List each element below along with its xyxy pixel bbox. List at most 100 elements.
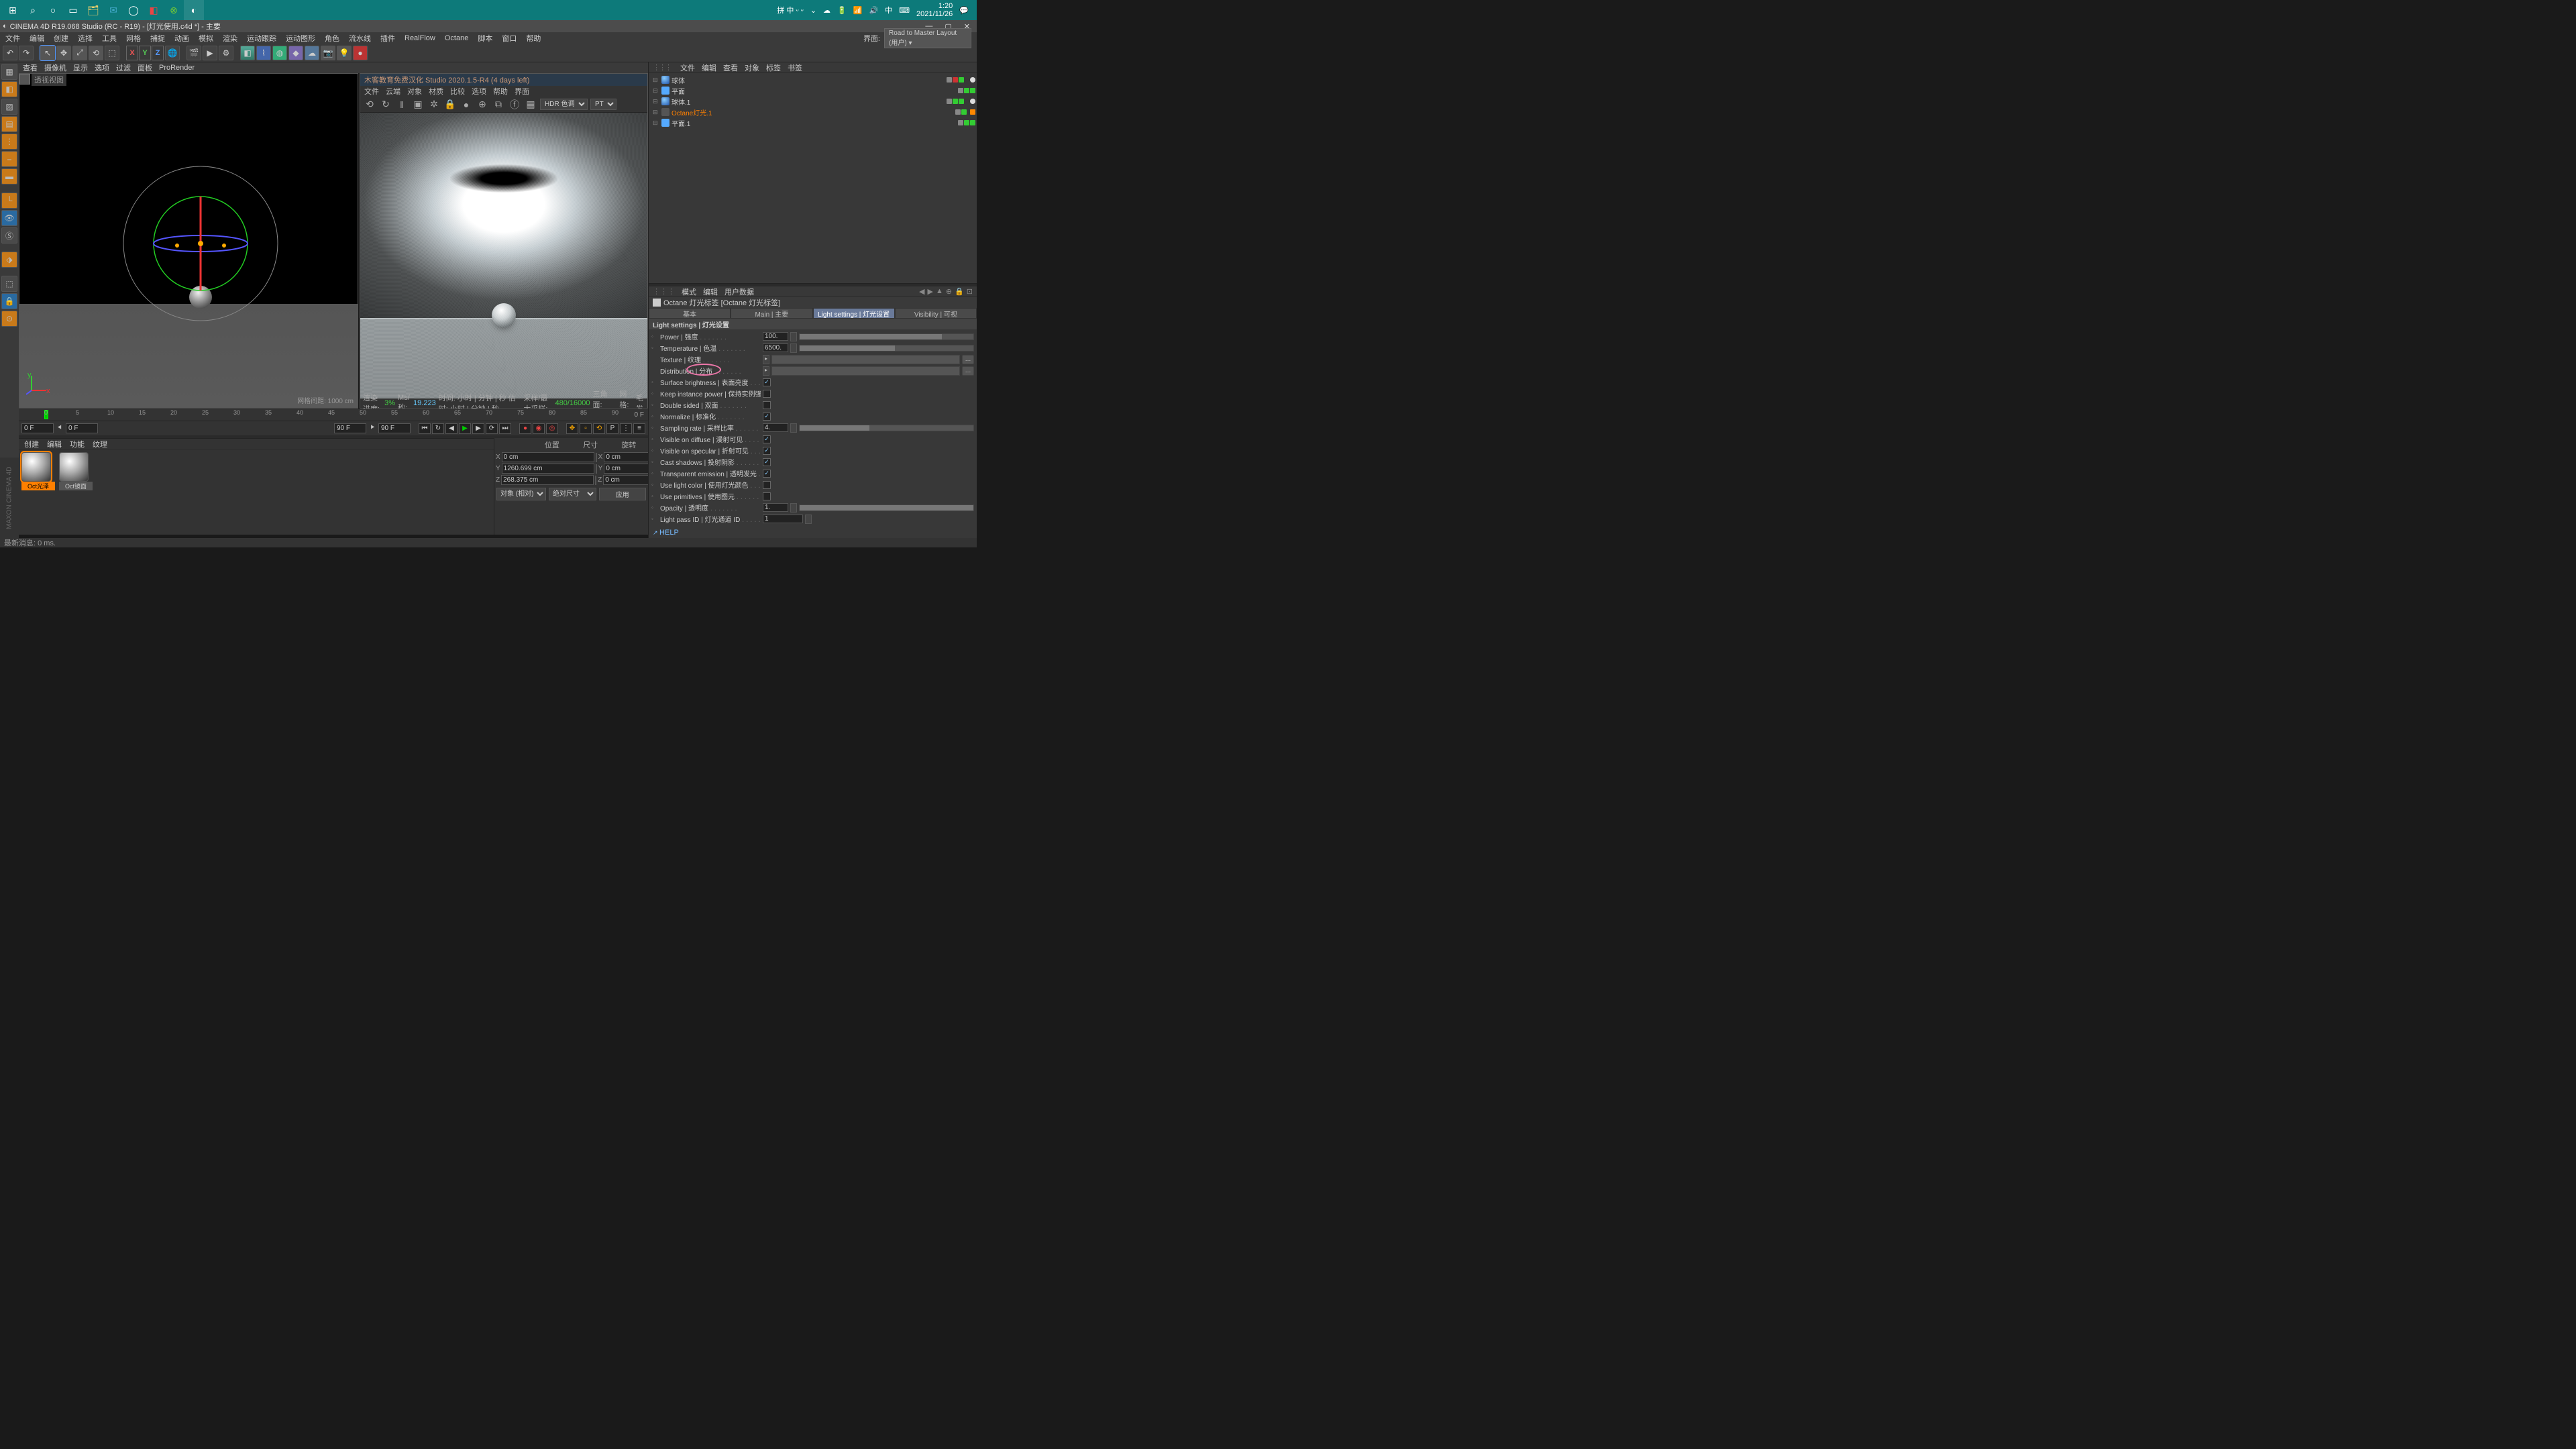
- tray-chevron-icon[interactable]: ⌄: [810, 6, 816, 15]
- menu-item[interactable]: 工具: [102, 33, 117, 44]
- spinner[interactable]: [805, 515, 812, 524]
- tray-volume-icon[interactable]: 🔊: [869, 6, 878, 15]
- play-button[interactable]: ▶: [459, 423, 471, 434]
- obj-menu-item[interactable]: 文件: [680, 64, 695, 72]
- menu-item[interactable]: 模拟: [199, 33, 213, 44]
- vp-menu-item[interactable]: 查看: [23, 62, 38, 73]
- oc-kernel-select[interactable]: PT: [590, 99, 616, 110]
- locked-workplane[interactable]: ⬗: [1, 252, 17, 268]
- tray-cloud-icon[interactable]: ☁: [823, 6, 830, 15]
- tex-arrow[interactable]: ▸: [763, 366, 769, 376]
- add-octane[interactable]: ●: [353, 46, 368, 60]
- autokey-button[interactable]: ◉: [533, 423, 545, 434]
- octane-menu-item[interactable]: 对象: [407, 86, 422, 97]
- oc-channel-icon[interactable]: ▦: [524, 98, 537, 111]
- spinner[interactable]: [790, 503, 797, 513]
- add-cube[interactable]: ◧: [240, 46, 255, 60]
- tray-battery-icon[interactable]: 🔋: [837, 6, 847, 15]
- tray-lang-icon[interactable]: 中: [885, 5, 892, 15]
- attr-tab[interactable]: 基本: [649, 308, 731, 319]
- redo-button[interactable]: ↷: [19, 46, 34, 60]
- obj-menu-item[interactable]: 标签: [766, 64, 781, 72]
- prop-checkbox[interactable]: ✓: [763, 458, 771, 466]
- object-row[interactable]: ⊟Octane灯光.1: [650, 107, 975, 117]
- workplane-mode[interactable]: ▤: [1, 116, 17, 132]
- taskview-icon[interactable]: ▭: [63, 0, 83, 20]
- model-mode[interactable]: ◧: [1, 81, 17, 97]
- prop-slider[interactable]: [799, 425, 974, 431]
- step-fwd-button[interactable]: ▶: [472, 423, 484, 434]
- lastused-tool[interactable]: ⬚: [105, 46, 119, 60]
- vp-menu-item[interactable]: ProRender: [159, 64, 195, 72]
- chrome-icon[interactable]: ◯: [123, 0, 144, 20]
- vp-corner-icon[interactable]: [19, 74, 30, 85]
- obj-menu-item[interactable]: 书签: [788, 64, 802, 72]
- poly-mode[interactable]: ▬: [1, 168, 17, 184]
- tex-browse-button[interactable]: …: [962, 355, 974, 364]
- key-pla-button[interactable]: ⋮: [620, 423, 632, 434]
- prop-checkbox[interactable]: [763, 390, 771, 398]
- menu-item[interactable]: 窗口: [502, 33, 517, 44]
- viewport-solo[interactable]: 👁: [1, 210, 17, 226]
- snap-toggle[interactable]: Ⓢ: [1, 227, 17, 244]
- cortana-icon[interactable]: ○: [43, 0, 63, 20]
- range-end-input[interactable]: [334, 423, 366, 433]
- prop-checkbox[interactable]: ✓: [763, 470, 771, 478]
- prop-checkbox[interactable]: [763, 481, 771, 489]
- rotate-tool[interactable]: ⟲: [89, 46, 103, 60]
- range-start-input[interactable]: [21, 423, 54, 433]
- octane-menu-item[interactable]: 选项: [472, 86, 486, 97]
- mat-menu-item[interactable]: 创建: [24, 439, 39, 449]
- mat-menu-item[interactable]: 编辑: [47, 439, 62, 449]
- add-deformer[interactable]: ◆: [288, 46, 303, 60]
- menu-item[interactable]: 网格: [126, 33, 141, 44]
- explorer-icon[interactable]: 🗂: [83, 0, 103, 20]
- vp-menu-item[interactable]: 过滤: [116, 62, 131, 73]
- material-slot[interactable]: Oct镜面: [59, 452, 93, 532]
- prop-slider[interactable]: [799, 504, 974, 511]
- tray-keyboard-icon[interactable]: ⌨: [899, 6, 910, 15]
- menu-item[interactable]: 选择: [78, 33, 93, 44]
- texture-mode[interactable]: ▨: [1, 99, 17, 115]
- attr-menu-item[interactable]: 编辑: [703, 288, 718, 297]
- perspective-viewport[interactable]: 透视视图 y x: [19, 73, 358, 409]
- key-rot-button[interactable]: ⟲: [593, 423, 605, 434]
- timeline[interactable]: 0 F 051015202530354045505560657075808590: [19, 409, 648, 421]
- move-tool[interactable]: ✥: [56, 46, 71, 60]
- tweak-mode[interactable]: ⊙: [1, 311, 17, 327]
- axis-y[interactable]: Y: [139, 46, 151, 60]
- attr-back-icon[interactable]: ◀: [919, 287, 924, 296]
- oc-pause-icon[interactable]: ‖: [395, 98, 409, 111]
- attr-menu-item[interactable]: 用户数据: [724, 288, 754, 297]
- tex-arrow[interactable]: ▸: [763, 355, 769, 364]
- menu-item[interactable]: 渲染: [223, 33, 237, 44]
- tex-browse-button[interactable]: …: [962, 366, 974, 376]
- coord-size-select[interactable]: 绝对尺寸: [549, 488, 596, 500]
- tray-wifi-icon[interactable]: 📶: [853, 6, 863, 15]
- menu-item[interactable]: RealFlow: [405, 34, 435, 42]
- vp-menu-item[interactable]: 摄像机: [44, 62, 66, 73]
- attr-tab[interactable]: Visibility | 可视: [895, 308, 977, 319]
- prop-value-input[interactable]: [763, 515, 803, 523]
- spinner[interactable]: [790, 343, 797, 353]
- edge-mode[interactable]: ⎯: [1, 151, 17, 167]
- menu-item[interactable]: 插件: [380, 33, 395, 44]
- object-row[interactable]: ⊟球体.1: [650, 96, 975, 107]
- prop-slider[interactable]: [799, 333, 974, 340]
- object-row[interactable]: ⊟球体: [650, 74, 975, 85]
- attr-new-icon[interactable]: ⊕: [946, 287, 952, 296]
- help-link[interactable]: ↗ HELP: [649, 527, 977, 538]
- attr-tab[interactable]: Main | 主要: [731, 308, 812, 319]
- prop-checkbox[interactable]: ✓: [763, 378, 771, 386]
- cycle-button[interactable]: ⟳: [486, 423, 498, 434]
- add-light[interactable]: 💡: [337, 46, 352, 60]
- prop-value-input[interactable]: [763, 423, 788, 432]
- mat-menu-item[interactable]: 纹理: [93, 439, 107, 449]
- coord-apply-button[interactable]: 应用: [599, 488, 647, 500]
- mail-icon[interactable]: ✉: [103, 0, 123, 20]
- prop-slider[interactable]: [799, 345, 974, 352]
- goto-start-button[interactable]: ⏮: [419, 423, 431, 434]
- attr-fwd-icon[interactable]: ▶: [928, 287, 933, 296]
- undo-button[interactable]: ↶: [3, 46, 17, 60]
- texture-slot[interactable]: [771, 355, 960, 364]
